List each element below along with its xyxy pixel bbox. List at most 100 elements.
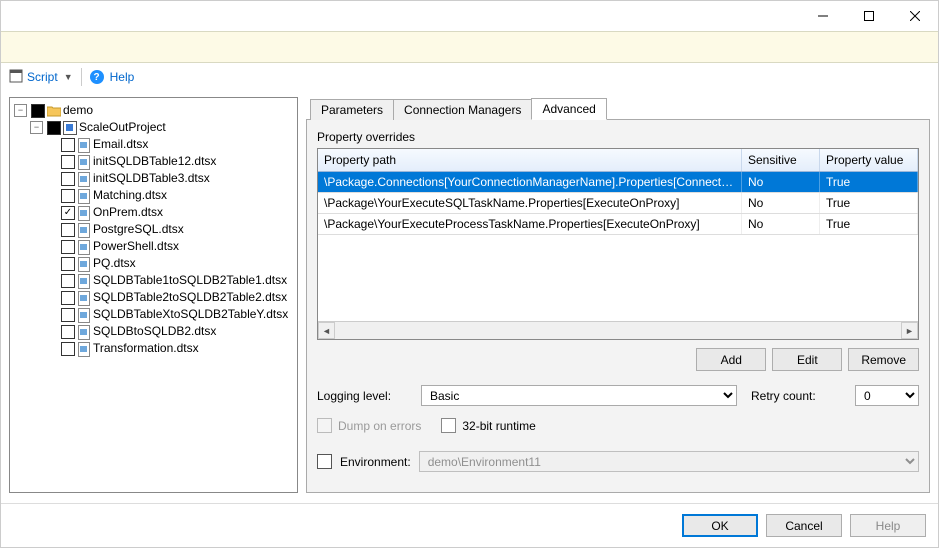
- edit-button[interactable]: Edit: [772, 348, 842, 371]
- logging-level-select[interactable]: Basic: [421, 385, 737, 406]
- table-row[interactable]: \Package\YourExecuteProcessTaskName.Prop…: [318, 214, 918, 235]
- collapse-icon[interactable]: −: [14, 104, 27, 117]
- tree-package[interactable]: initSQLDBTable12.dtsx: [46, 153, 295, 170]
- runtime-32bit-checkbox[interactable]: 32-bit runtime: [441, 418, 535, 433]
- col-sensitive[interactable]: Sensitive: [742, 149, 820, 171]
- folder-icon: [47, 105, 61, 117]
- scroll-left-icon[interactable]: ◄: [318, 322, 335, 339]
- banner-strip: [1, 31, 938, 63]
- spacer: [46, 292, 57, 303]
- tree-package[interactable]: PowerShell.dtsx: [46, 238, 295, 255]
- horizontal-scrollbar[interactable]: ◄ ►: [318, 321, 918, 339]
- environment-label: Environment:: [340, 455, 411, 469]
- checkbox[interactable]: [61, 342, 75, 356]
- package-icon: [77, 308, 91, 322]
- titlebar: [1, 1, 938, 31]
- spacer: [46, 275, 57, 286]
- cell-path: \Package.Connections[YourConnectionManag…: [318, 172, 742, 192]
- retry-count-label: Retry count:: [751, 389, 845, 403]
- package-icon: [77, 138, 91, 152]
- tree-package[interactable]: SQLDBTableXtoSQLDB2TableY.dtsx: [46, 306, 295, 323]
- dump-on-errors-label: Dump on errors: [338, 419, 421, 433]
- tab-content-advanced: Property overrides Property path Sensiti…: [306, 119, 930, 493]
- package-icon: [77, 223, 91, 237]
- runtime-32bit-label: 32-bit runtime: [462, 419, 535, 433]
- table-row[interactable]: \Package\YourExecuteSQLTaskName.Properti…: [318, 193, 918, 214]
- package-icon: [77, 189, 91, 203]
- cell-value: True: [820, 214, 918, 234]
- checkbox[interactable]: [31, 104, 45, 118]
- col-property-path[interactable]: Property path: [318, 149, 742, 171]
- tree-panel[interactable]: − demo − ScaleOutProject: [9, 97, 298, 493]
- environment-checkbox[interactable]: [317, 454, 332, 469]
- checkbox[interactable]: [61, 325, 75, 339]
- cancel-button[interactable]: Cancel: [766, 514, 842, 537]
- tree-package[interactable]: Email.dtsx: [46, 136, 295, 153]
- tree-label: OnPrem.dtsx: [93, 204, 163, 221]
- tree-package[interactable]: SQLDBTable1toSQLDB2Table1.dtsx: [46, 272, 295, 289]
- checkbox[interactable]: [61, 291, 75, 305]
- toolbar-separator: [81, 68, 82, 86]
- checkbox[interactable]: [61, 240, 75, 254]
- grid-header: Property path Sensitive Property value: [318, 149, 918, 172]
- tree-label: SQLDBtoSQLDB2.dtsx: [93, 323, 216, 340]
- tree-project[interactable]: − ScaleOutProject: [30, 119, 295, 136]
- tree-label: initSQLDBTable3.dtsx: [93, 170, 210, 187]
- script-dropdown[interactable]: Script: [27, 70, 58, 84]
- tree-package[interactable]: initSQLDBTable3.dtsx: [46, 170, 295, 187]
- table-row[interactable]: \Package.Connections[YourConnectionManag…: [318, 172, 918, 193]
- tree-package[interactable]: SQLDBTable2toSQLDB2Table2.dtsx: [46, 289, 295, 306]
- property-overrides-label: Property overrides: [317, 130, 919, 144]
- tab-advanced[interactable]: Advanced: [531, 98, 606, 120]
- cell-path: \Package\YourExecuteSQLTaskName.Properti…: [318, 193, 742, 213]
- checkbox[interactable]: [61, 138, 75, 152]
- col-property-value[interactable]: Property value: [820, 149, 918, 171]
- cell-path: \Package\YourExecuteProcessTaskName.Prop…: [318, 214, 742, 234]
- toolbar-row: Script ▼ ? Help: [1, 63, 938, 91]
- maximize-button[interactable]: [846, 1, 892, 31]
- dialog-footer: OK Cancel Help: [1, 504, 938, 547]
- help-link[interactable]: Help: [110, 70, 135, 84]
- tree-label: SQLDBTable2toSQLDB2Table2.dtsx: [93, 289, 287, 306]
- help-icon: ?: [90, 70, 104, 84]
- minimize-button[interactable]: [800, 1, 846, 31]
- checkbox[interactable]: [61, 206, 75, 220]
- checkbox[interactable]: [61, 189, 75, 203]
- tree-package[interactable]: PostgreSQL.dtsx: [46, 221, 295, 238]
- collapse-icon[interactable]: −: [30, 121, 43, 134]
- tree-package[interactable]: OnPrem.dtsx: [46, 204, 295, 221]
- checkbox[interactable]: [61, 308, 75, 322]
- tree-label: PostgreSQL.dtsx: [93, 221, 184, 238]
- property-overrides-grid[interactable]: Property path Sensitive Property value \…: [317, 148, 919, 340]
- tree-label: ScaleOutProject: [79, 119, 166, 136]
- tab-parameters[interactable]: Parameters: [310, 99, 394, 120]
- tree-package[interactable]: SQLDBtoSQLDB2.dtsx: [46, 323, 295, 340]
- help-button[interactable]: Help: [850, 514, 926, 537]
- retry-count-select[interactable]: 0: [855, 385, 919, 406]
- tree-label: SQLDBTable1toSQLDB2Table1.dtsx: [93, 272, 287, 289]
- checkbox[interactable]: [61, 223, 75, 237]
- tree-package[interactable]: PQ.dtsx: [46, 255, 295, 272]
- tree-label: Transformation.dtsx: [93, 340, 199, 357]
- tree-package[interactable]: Transformation.dtsx: [46, 340, 295, 357]
- package-icon: [77, 274, 91, 288]
- tab-bar: Parameters Connection Managers Advanced: [306, 97, 930, 119]
- checkbox[interactable]: [61, 257, 75, 271]
- tree-package[interactable]: Matching.dtsx: [46, 187, 295, 204]
- spacer: [46, 309, 57, 320]
- checkbox[interactable]: [61, 274, 75, 288]
- add-button[interactable]: Add: [696, 348, 766, 371]
- checkbox[interactable]: [61, 172, 75, 186]
- close-button[interactable]: [892, 1, 938, 31]
- remove-button[interactable]: Remove: [848, 348, 919, 371]
- ok-button[interactable]: OK: [682, 514, 758, 537]
- tab-connection-managers[interactable]: Connection Managers: [393, 99, 532, 120]
- package-icon: [77, 325, 91, 339]
- checkbox[interactable]: [61, 155, 75, 169]
- spacer: [46, 241, 57, 252]
- tree-root[interactable]: − demo: [14, 102, 295, 119]
- scroll-right-icon[interactable]: ►: [901, 322, 918, 339]
- script-icon: [9, 69, 23, 86]
- checkbox[interactable]: [47, 121, 61, 135]
- logging-level-label: Logging level:: [317, 389, 411, 403]
